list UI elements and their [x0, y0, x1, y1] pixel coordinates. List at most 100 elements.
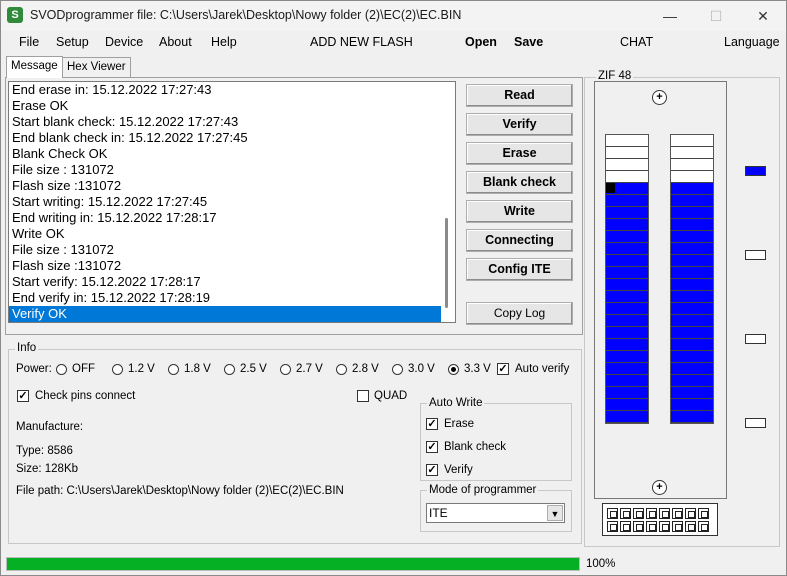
socket-cell [685, 508, 696, 519]
log-line[interactable]: File size : 131072 [9, 162, 455, 178]
side-indicator [745, 418, 766, 428]
checkmark-icon: ✓ [498, 363, 508, 375]
checkmark-icon: ✓ [427, 418, 437, 430]
log-line[interactable]: Flash size :131072 [9, 258, 455, 274]
log-line[interactable]: End erase in: 15.12.2022 17:27:43 [9, 82, 455, 98]
message-log[interactable]: End erase in: 15.12.2022 17:27:43 Erase O… [8, 81, 456, 323]
zif-pin [606, 387, 648, 399]
app-window: S SVODprogrammer file: C:\Users\Jarek\De… [0, 0, 787, 576]
menu-save[interactable]: Save [514, 35, 543, 49]
mode-select[interactable]: ITE ▼ [426, 503, 565, 523]
log-line[interactable]: Erase OK [9, 98, 455, 114]
log-line[interactable]: End blank check in: 15.12.2022 17:27:45 [9, 130, 455, 146]
socket-cell [659, 521, 670, 532]
zif-pin [606, 375, 648, 387]
tab-message[interactable]: Message [6, 56, 63, 78]
zif-pin [606, 255, 648, 267]
power-radio[interactable] [448, 364, 459, 375]
power-radio[interactable] [224, 364, 235, 375]
zif-pin [671, 363, 713, 375]
log-scrollbar[interactable] [440, 83, 454, 321]
menu-about[interactable]: About [159, 35, 192, 49]
zif-pin [671, 267, 713, 279]
zif-pin [606, 207, 648, 219]
auto-write-blank-check-checkbox[interactable]: ✓ [426, 441, 438, 453]
zif-pin [671, 339, 713, 351]
menu-device[interactable]: Device [105, 35, 143, 49]
power-radio[interactable] [112, 364, 123, 375]
log-line[interactable]: Start writing: 15.12.2022 17:27:45 [9, 194, 455, 210]
zif-pin [606, 315, 648, 327]
auto-write-verify-label: Verify [444, 464, 473, 476]
socket-cell [698, 508, 709, 519]
side-indicator [745, 334, 766, 344]
menu-chat[interactable]: CHAT [620, 35, 653, 49]
config-ite-button[interactable]: Config ITE [466, 258, 573, 281]
tab-hex-viewer[interactable]: Hex Viewer [62, 57, 131, 77]
zif-pin [606, 303, 648, 315]
chevron-down-icon[interactable]: ▼ [547, 505, 563, 521]
auto-verify-checkbox[interactable]: ✓ [497, 363, 509, 375]
power-radio[interactable] [56, 364, 67, 375]
erase-button[interactable]: Erase [466, 142, 573, 165]
read-button[interactable]: Read [466, 84, 573, 107]
power-radio[interactable] [168, 364, 179, 375]
socket-cell [633, 521, 644, 532]
copy-log-button[interactable]: Copy Log [466, 302, 573, 325]
zif-pin [671, 243, 713, 255]
menu-setup[interactable]: Setup [56, 35, 89, 49]
zif-pin [671, 387, 713, 399]
power-radio[interactable] [392, 364, 403, 375]
connecting-button[interactable]: Connecting [466, 229, 573, 252]
maximize-button[interactable]: ☐ [693, 1, 739, 31]
log-line[interactable]: Start verify: 15.12.2022 17:28:17 [9, 274, 455, 290]
checkmark-icon: ✓ [18, 390, 28, 402]
mode-label: Mode of programmer [427, 484, 539, 496]
close-button[interactable]: ✕ [740, 1, 786, 31]
log-line[interactable]: End writing in: 15.12.2022 17:28:17 [9, 210, 455, 226]
log-line[interactable]: Write OK [9, 226, 455, 242]
log-line[interactable]: Start blank check: 15.12.2022 17:27:43 [9, 114, 455, 130]
auto-write-erase-checkbox[interactable]: ✓ [426, 418, 438, 430]
log-scrollbar-thumb[interactable] [445, 218, 448, 308]
blank-check-button[interactable]: Blank check [466, 171, 573, 194]
menu-add-new-flash[interactable]: ADD NEW FLASH [310, 35, 413, 49]
log-line[interactable]: Blank Check OK [9, 146, 455, 162]
quad-checkbox[interactable] [357, 390, 369, 402]
screw-icon: + [652, 480, 667, 495]
log-line[interactable]: Flash size :131072 [9, 178, 455, 194]
log-line[interactable]: End verify in: 15.12.2022 17:28:19 [9, 290, 455, 306]
zif-pin [606, 291, 648, 303]
auto-write-verify-checkbox[interactable]: ✓ [426, 464, 438, 476]
zif-pin [606, 363, 648, 375]
socket-cell [672, 521, 683, 532]
menu-file[interactable]: File [19, 35, 39, 49]
log-line[interactable]: Verify OK [9, 306, 441, 322]
checkmark-icon: ✓ [427, 441, 437, 453]
zif-pin [606, 171, 648, 183]
verify-button[interactable]: Verify [466, 113, 573, 136]
auto-write-erase-label: Erase [444, 418, 475, 430]
zif-pin [671, 315, 713, 327]
auto-write-blank-check-label: Blank check [444, 441, 507, 453]
zif-pin [671, 231, 713, 243]
menu-open[interactable]: Open [465, 35, 497, 49]
power-radio[interactable] [280, 364, 291, 375]
power-option-label: 1.2 V [128, 363, 155, 375]
menu-help[interactable]: Help [211, 35, 237, 49]
zif-pin [606, 351, 648, 363]
socket-cell [620, 521, 631, 532]
minimize-button[interactable]: — [647, 1, 693, 31]
log-line[interactable]: File size : 131072 [9, 242, 455, 258]
zif-pin [671, 255, 713, 267]
menu-language[interactable]: Language [724, 35, 780, 49]
zif-pin [671, 411, 713, 423]
auto-verify-label: Auto verify [515, 363, 570, 375]
socket-cell [633, 508, 644, 519]
power-option-label: 3.3 V [464, 363, 491, 375]
check-pins-checkbox[interactable]: ✓ [17, 390, 29, 402]
power-radio[interactable] [336, 364, 347, 375]
adapter-socket-icon [602, 503, 718, 536]
socket-cell [607, 521, 618, 532]
write-button[interactable]: Write [466, 200, 573, 223]
